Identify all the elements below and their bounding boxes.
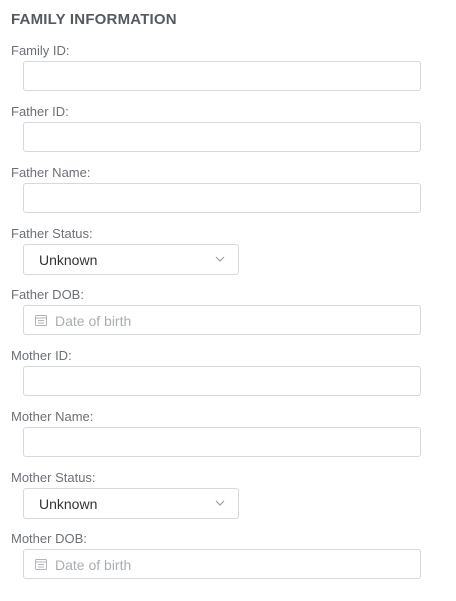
mother-status-value: Unknown xyxy=(39,496,98,512)
father-dob-placeholder: Date of birth xyxy=(55,313,132,329)
family-id-label: Family ID: xyxy=(11,43,70,58)
mother-dob-label: Mother DOB: xyxy=(11,531,87,546)
father-status-value: Unknown xyxy=(39,252,98,268)
calendar-icon xyxy=(35,559,47,570)
mother-id-label: Mother ID: xyxy=(11,348,72,363)
mother-name-label: Mother Name: xyxy=(11,409,94,424)
father-status-label: Father Status: xyxy=(11,226,93,241)
mother-status-label: Mother Status: xyxy=(11,470,96,485)
mother-id-input[interactable] xyxy=(23,366,421,396)
mother-dob-input[interactable]: Date of birth xyxy=(23,549,421,579)
father-dob-label: Father DOB: xyxy=(11,287,84,302)
mother-name-input[interactable] xyxy=(23,427,421,457)
chevron-down-icon xyxy=(215,256,225,262)
father-dob-input[interactable]: Date of birth xyxy=(23,305,421,335)
mother-dob-placeholder: Date of birth xyxy=(55,557,132,573)
father-id-input[interactable] xyxy=(23,122,421,152)
father-status-select[interactable]: Unknown xyxy=(23,244,239,275)
father-name-input[interactable] xyxy=(23,183,421,213)
calendar-icon xyxy=(35,315,47,326)
family-id-input[interactable] xyxy=(23,61,421,91)
section-title: FAMILY INFORMATION xyxy=(11,11,177,28)
father-id-label: Father ID: xyxy=(11,104,69,119)
father-name-label: Father Name: xyxy=(11,165,91,180)
mother-status-select[interactable]: Unknown xyxy=(23,488,239,519)
chevron-down-icon xyxy=(215,500,225,506)
